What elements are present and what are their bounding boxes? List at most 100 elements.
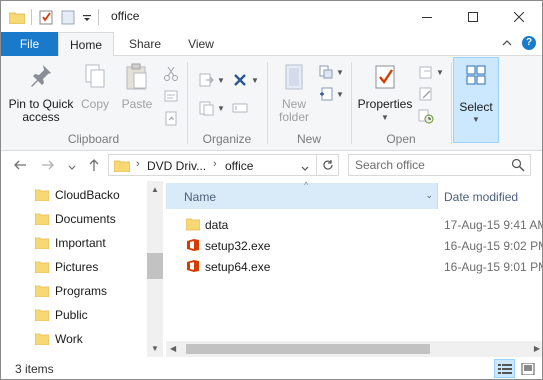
column-headers: ^ Name ⌄ Date modified <box>166 180 542 209</box>
folder-icon <box>114 160 130 172</box>
move-to-icon[interactable] <box>198 72 214 88</box>
group-label-open: Open <box>386 132 416 146</box>
nav-pane-scrollbar[interactable]: ▲ ▼ <box>147 181 163 357</box>
file-row-setup32[interactable]: setup32.exe 16-Aug-15 9:02 PM <box>166 235 542 256</box>
chevron-down-icon: ▼ <box>336 90 344 99</box>
new-folder-icon[interactable] <box>60 9 76 25</box>
navigation-pane: CloudBacko Documents Important Pictures … <box>1 181 163 357</box>
arrow-left-icon <box>14 160 26 170</box>
group-new: New folder ▼ ▼ New <box>268 60 350 148</box>
tab-view[interactable]: View <box>175 32 227 56</box>
address-history-button[interactable] <box>300 162 310 176</box>
file-name: data <box>205 218 229 232</box>
ribbon-tabs: File Home Share View ? <box>1 32 542 57</box>
new-folder-icon <box>285 64 303 90</box>
chevron-down-icon[interactable]: ⌄ <box>425 190 433 201</box>
search-icon[interactable] <box>511 158 525 172</box>
paste-button[interactable]: Paste <box>117 62 157 111</box>
pin-to-quick-access-button[interactable]: Pin to Quick access <box>5 62 77 124</box>
properties-icon <box>375 65 395 89</box>
refresh-icon <box>322 160 333 170</box>
scroll-up-icon[interactable]: ▲ <box>151 185 159 194</box>
file-list-scrollbar[interactable]: ◀ ▶ <box>166 341 542 357</box>
file-row-setup64[interactable]: setup64.exe 16-Aug-15 9:01 PM <box>166 256 542 277</box>
delete-icon[interactable] <box>232 72 248 88</box>
breadcrumb-dvd-drive[interactable]: DVD Driv... <box>147 159 206 173</box>
breadcrumb-office[interactable]: office <box>225 159 253 173</box>
large-icons-view-icon <box>521 362 534 375</box>
tab-file[interactable]: File <box>1 32 58 56</box>
customize-toolbar-icon[interactable] <box>82 9 92 25</box>
column-header-date-modified[interactable]: Date modified <box>444 190 518 204</box>
chevron-down-icon <box>301 166 309 171</box>
tab-share[interactable]: Share <box>115 32 175 56</box>
chevron-down-icon: ▼ <box>381 113 389 122</box>
nav-item-important[interactable]: Important <box>35 231 106 255</box>
pin-icon <box>31 65 51 87</box>
sort-ascending-icon: ^ <box>304 180 309 190</box>
new-folder-button[interactable]: New folder <box>274 62 314 124</box>
nav-item-documents[interactable]: Documents <box>35 207 116 231</box>
scroll-left-icon[interactable]: ◀ <box>170 344 176 353</box>
close-button[interactable] <box>496 1 542 32</box>
forward-button[interactable] <box>41 158 55 175</box>
properties-label: Properties <box>357 97 413 111</box>
up-button[interactable] <box>87 158 101 175</box>
large-icons-view-button[interactable] <box>517 359 538 378</box>
breadcrumb-separator-icon: › <box>213 158 217 170</box>
maximize-button[interactable] <box>450 1 496 32</box>
copy-button[interactable]: Copy <box>77 62 113 111</box>
select-button[interactable]: Select ▼ <box>453 57 499 143</box>
copy-path-icon[interactable] <box>163 88 179 104</box>
search-input[interactable] <box>355 157 505 173</box>
chevron-down-icon: ▼ <box>336 68 344 77</box>
nav-item-work[interactable]: Work <box>35 327 83 351</box>
paste-shortcut-icon[interactable] <box>163 110 179 126</box>
nav-item-label: CloudBacko <box>55 188 120 202</box>
group-label-new: New <box>296 132 321 146</box>
folder-icon <box>35 189 49 201</box>
refresh-button[interactable] <box>316 155 338 175</box>
open-icon[interactable] <box>418 64 434 80</box>
nav-item-programs[interactable]: Programs <box>35 279 107 303</box>
arrow-up-icon <box>89 159 99 171</box>
details-view-button[interactable] <box>494 359 515 378</box>
divider <box>98 9 99 25</box>
chevron-up-icon[interactable] <box>500 36 514 50</box>
help-icon[interactable]: ? <box>522 36 536 50</box>
properties-icon[interactable] <box>38 9 54 25</box>
minimize-button[interactable] <box>404 1 450 32</box>
group-open: Properties ▼ ▼ Open <box>352 60 450 148</box>
scroll-right-icon[interactable]: ▶ <box>534 344 540 353</box>
maximize-icon <box>468 11 478 22</box>
nav-item-cloudbacko[interactable]: CloudBacko <box>35 183 120 207</box>
scroll-down-icon[interactable]: ▼ <box>151 344 159 353</box>
edit-icon[interactable] <box>418 86 434 102</box>
scrollbar-thumb[interactable] <box>147 253 163 279</box>
group-label-organize: Organize <box>202 132 252 146</box>
select-label: Select <box>459 100 493 114</box>
cut-icon[interactable] <box>163 66 179 82</box>
copy-to-icon[interactable] <box>198 100 214 116</box>
nav-item-label: Pictures <box>55 260 99 274</box>
file-list: ^ Name ⌄ Date modified data 17-Aug-15 9:… <box>166 180 543 357</box>
file-date: 17-Aug-15 9:41 AM <box>444 218 543 232</box>
rename-icon[interactable] <box>232 100 248 116</box>
tab-home[interactable]: Home <box>58 32 114 57</box>
properties-button[interactable]: Properties ▼ <box>356 62 414 124</box>
paste-label: Paste <box>121 97 153 111</box>
nav-item-pictures[interactable]: Pictures <box>35 255 98 279</box>
address-bar[interactable]: › DVD Driv... › office <box>108 154 339 176</box>
chevron-down-icon: ▼ <box>217 76 225 85</box>
file-row-data[interactable]: data 17-Aug-15 9:41 AM <box>166 214 543 235</box>
back-button[interactable] <box>13 158 27 175</box>
history-icon[interactable] <box>418 108 434 124</box>
easy-access-icon[interactable] <box>318 86 334 102</box>
column-header-name[interactable]: ^ Name ⌄ <box>166 180 438 209</box>
scrollbar-thumb[interactable] <box>186 344 430 354</box>
nav-item-public[interactable]: Public <box>35 303 88 327</box>
recent-locations-button[interactable] <box>67 160 77 176</box>
view-switcher <box>494 359 538 378</box>
new-item-icon[interactable] <box>318 64 334 80</box>
status-bar: 3 items <box>1 357 542 379</box>
